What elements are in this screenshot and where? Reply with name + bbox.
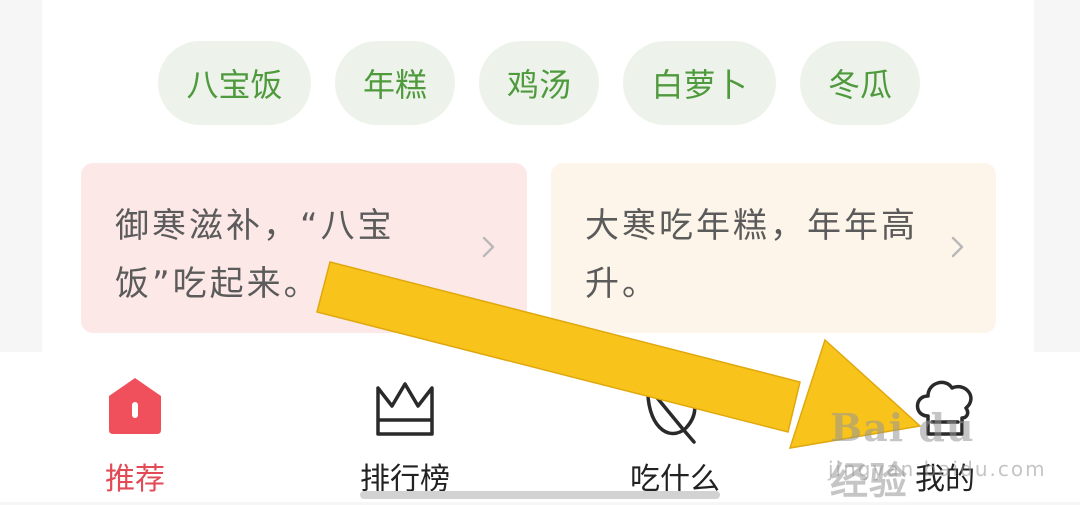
chevron-right-icon	[482, 236, 495, 258]
article-card-line: 大寒吃年糕，年年高	[585, 206, 918, 246]
tab-recommend[interactable]: 推荐	[35, 352, 235, 502]
content-panel: 八宝饭 年糕 鸡汤 白萝卜 冬瓜 御寒滋补，“八宝 饭”吃起来。 大寒吃年糕，年…	[42, 0, 1034, 352]
watermark-brand: Bai du 经验	[830, 405, 975, 503]
tab-label: 推荐	[105, 462, 165, 497]
tag-chip[interactable]: 白萝卜	[623, 41, 776, 125]
chevron-right-icon	[951, 236, 964, 258]
article-card-line: 升。	[585, 264, 659, 304]
crown-icon	[376, 382, 434, 436]
article-card[interactable]: 大寒吃年糕，年年高 升。	[551, 163, 996, 333]
article-card[interactable]: 御寒滋补，“八宝 饭”吃起来。	[81, 163, 527, 333]
home-indicator[interactable]	[360, 491, 720, 499]
leaf-icon	[646, 382, 697, 444]
tag-chip[interactable]: 八宝饭	[158, 41, 311, 125]
article-card-line: 饭”吃起来。	[115, 264, 321, 304]
home-icon	[109, 378, 161, 434]
article-card-line: 御寒滋补，“八宝	[115, 206, 395, 246]
tag-chip[interactable]: 冬瓜	[800, 41, 920, 125]
tab-what-to-eat[interactable]: 吃什么	[575, 352, 775, 502]
baidu-jingyan-watermark: Bai du 经验 jingyan.baidu.com	[826, 405, 1045, 503]
tab-ranking[interactable]: 排行榜	[305, 352, 505, 502]
tag-list: 八宝饭 年糕 鸡汤 白萝卜 冬瓜	[42, 0, 1034, 140]
tag-chip[interactable]: 鸡汤	[479, 41, 599, 125]
tag-chip[interactable]: 年糕	[335, 41, 455, 125]
watermark-url: jingyan.baidu.com	[828, 457, 1047, 481]
